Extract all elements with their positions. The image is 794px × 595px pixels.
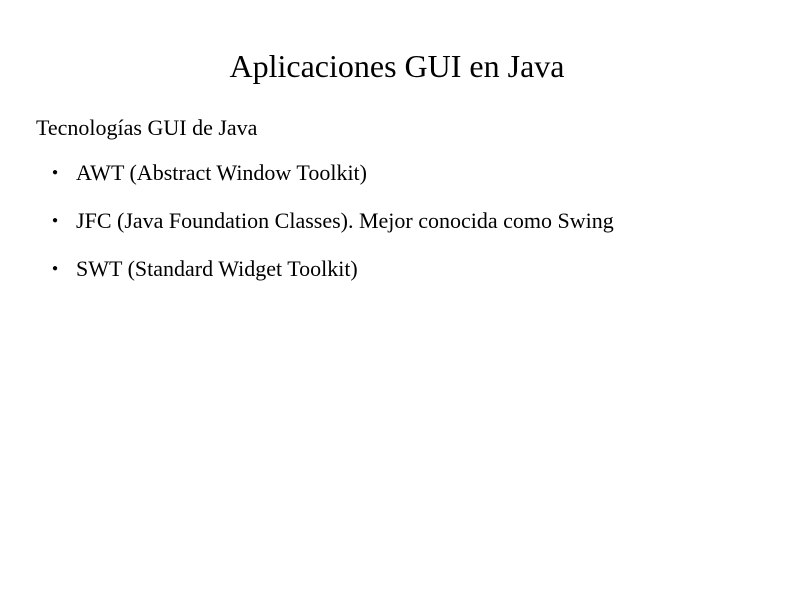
list-item: ● JFC (Java Foundation Classes). Mejor c… <box>52 207 794 255</box>
slide-title: Aplicaciones GUI en Java <box>0 0 794 115</box>
bullet-text: AWT (Abstract Window Toolkit) <box>76 159 367 187</box>
bullet-text: JFC (Java Foundation Classes). Mejor con… <box>76 207 614 235</box>
bullet-icon: ● <box>52 159 76 187</box>
bullet-text: SWT (Standard Widget Toolkit) <box>76 255 358 283</box>
bullet-icon: ● <box>52 207 76 235</box>
slide-subtitle: Tecnologías GUI de Java <box>0 115 794 159</box>
slide-container: Aplicaciones GUI en Java Tecnologías GUI… <box>0 0 794 595</box>
bullet-icon: ● <box>52 255 76 283</box>
list-item: ● SWT (Standard Widget Toolkit) <box>52 255 794 303</box>
bullet-list: ● AWT (Abstract Window Toolkit) ● JFC (J… <box>0 159 794 303</box>
list-item: ● AWT (Abstract Window Toolkit) <box>52 159 794 207</box>
